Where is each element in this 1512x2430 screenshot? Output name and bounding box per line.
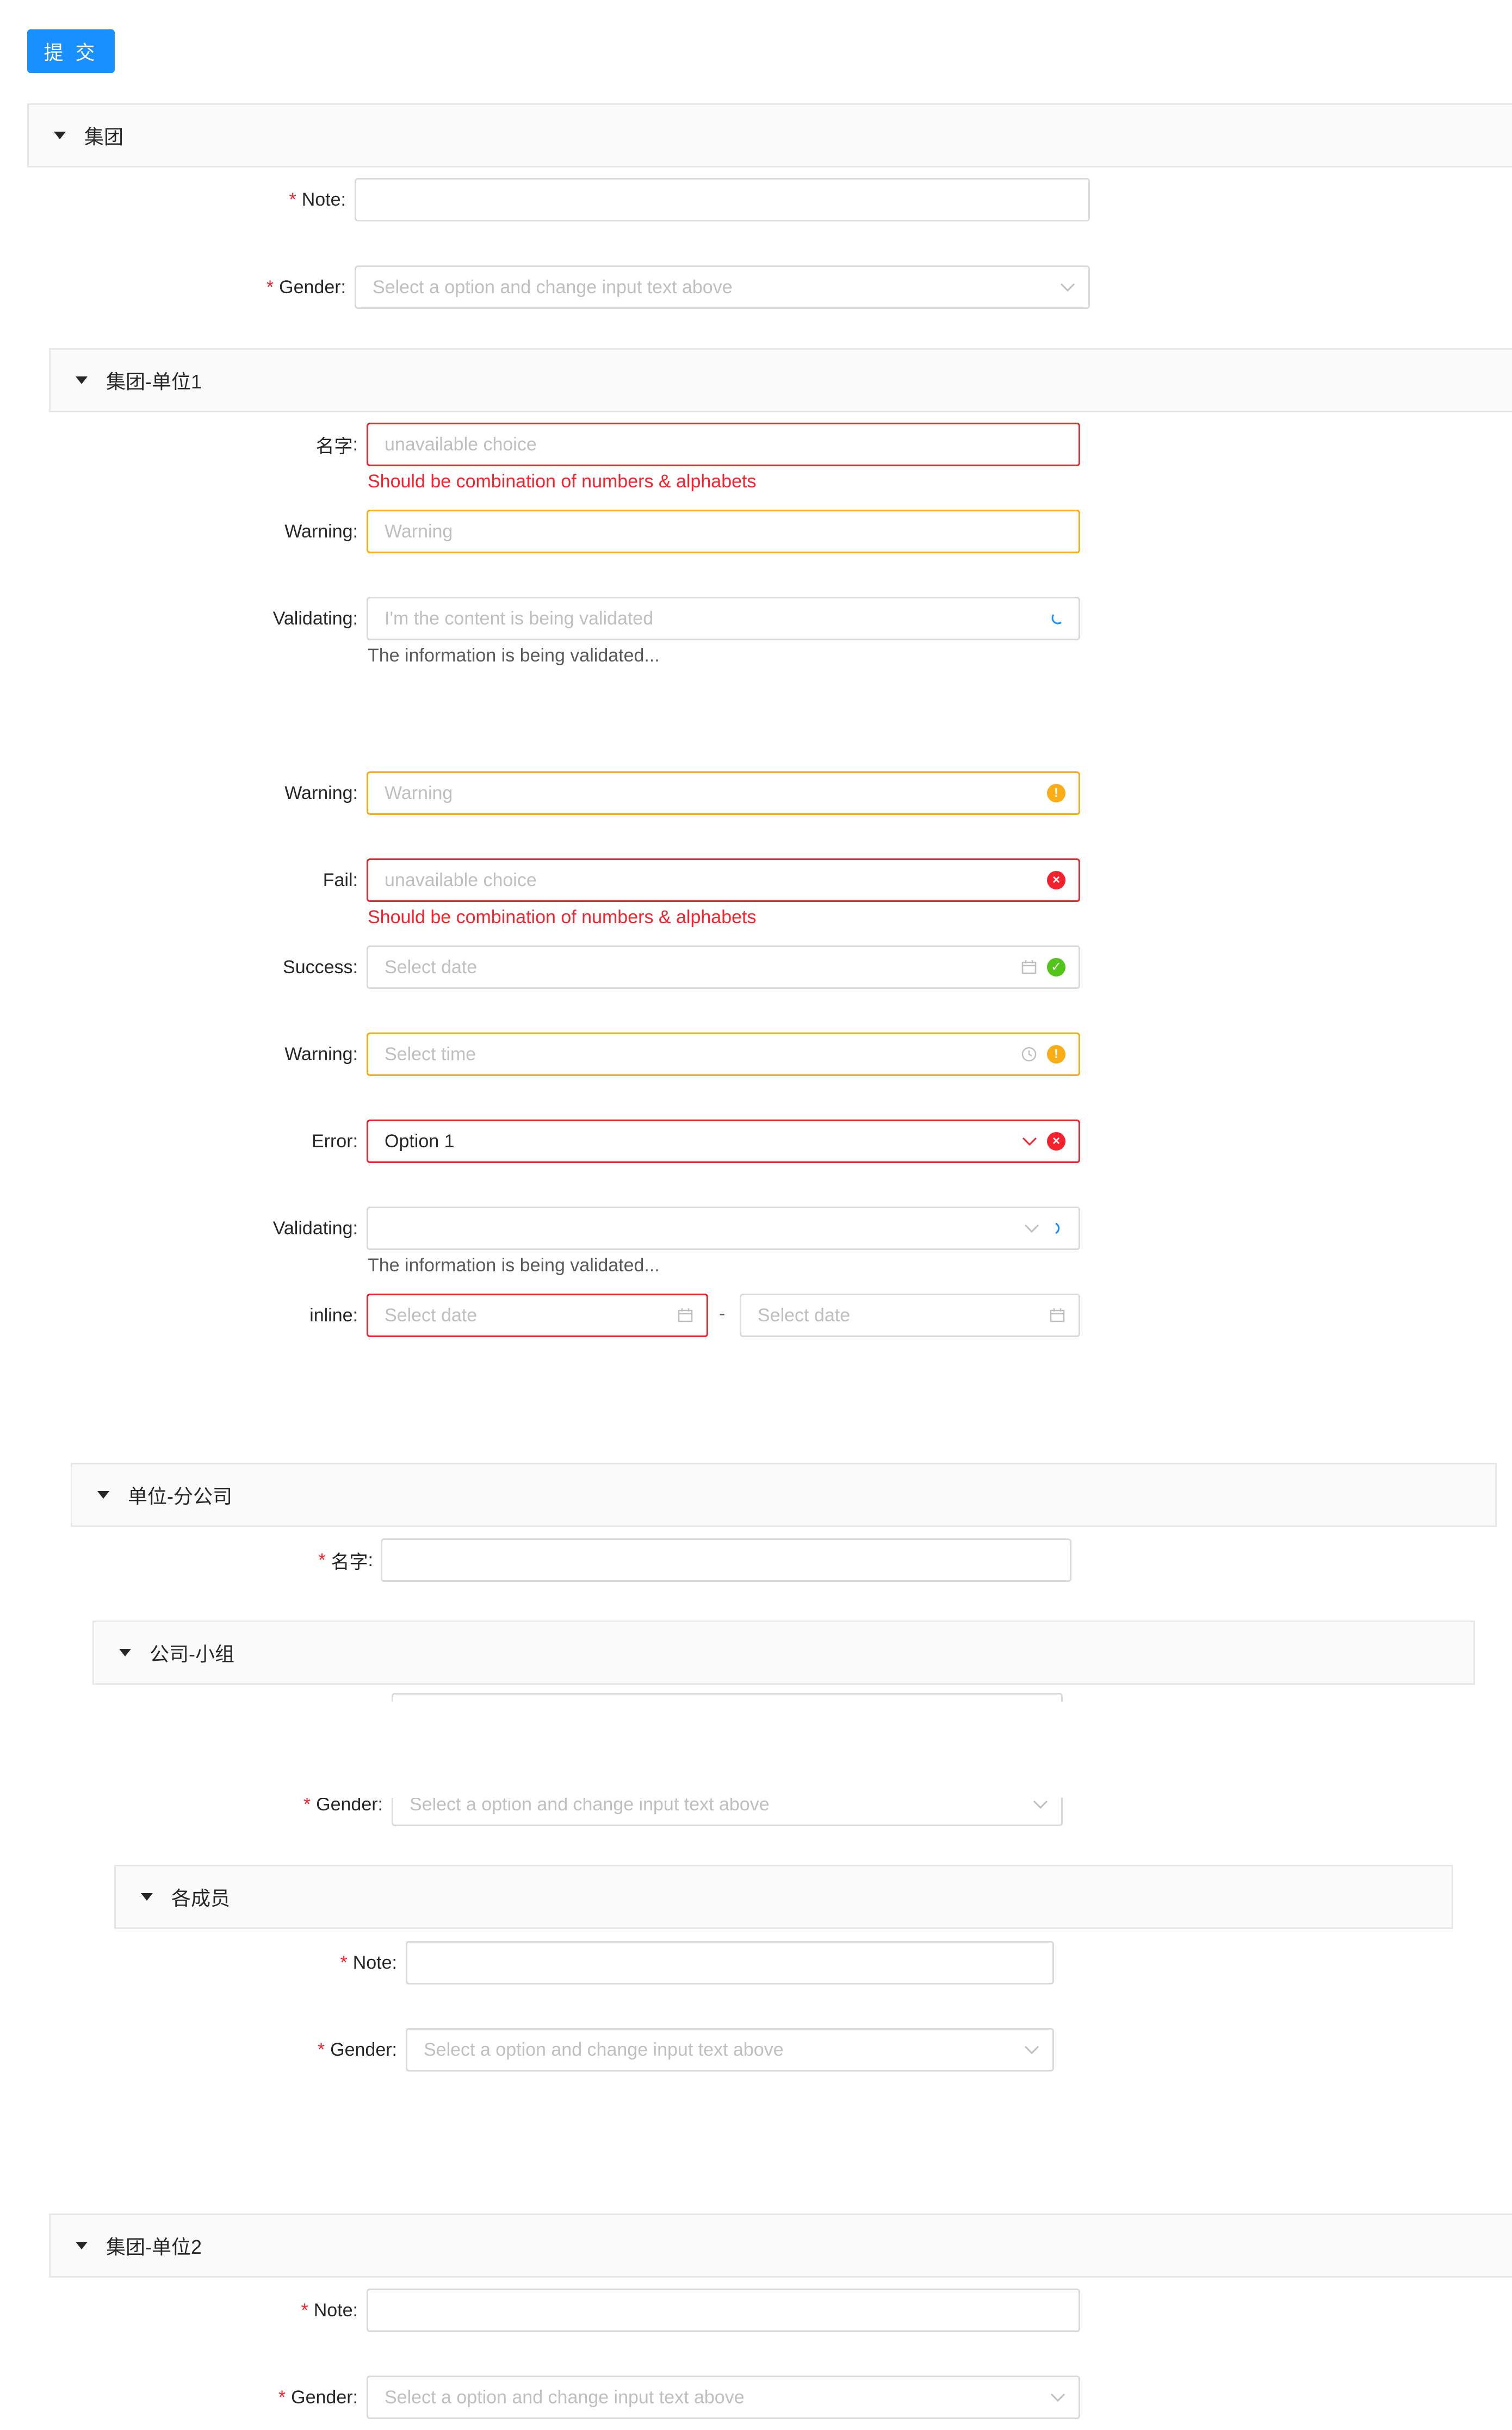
warning-time-picker[interactable]: Select time ! [367, 1032, 1080, 1076]
fail-label: Fail: [323, 869, 358, 891]
calendar-icon [1050, 1308, 1065, 1322]
exclamation-circle-icon: ! [1047, 1045, 1065, 1063]
fail-input[interactable]: unavailable choice × [367, 858, 1080, 902]
validating-message: The information is being validated... [368, 645, 660, 666]
chevron-down-icon [1050, 2393, 1065, 2402]
caret-down-icon [76, 376, 88, 384]
chevron-down-icon [1022, 1137, 1037, 1146]
warning-feedback-input[interactable]: Warning ! [367, 771, 1080, 815]
caret-down-icon [97, 1491, 109, 1499]
name-label: 名字: [315, 434, 358, 457]
loading-icon [1051, 614, 1062, 624]
unit2-gender-select[interactable]: Select a option and change input text ab… [367, 2376, 1080, 2419]
members-note-label: * Note: [340, 1952, 397, 1973]
section-title-unit2: 集团-单位2 [106, 2236, 202, 2258]
warning-feedback-label: Warning: [284, 782, 358, 803]
inline-end-date-picker[interactable]: Select date [740, 1294, 1080, 1337]
section-header-group[interactable]: 集团 [27, 103, 1512, 168]
fail-error-message: Should be combination of numbers & alpha… [368, 907, 757, 928]
team-note-input[interactable] [392, 1693, 1063, 1702]
close-circle-icon: × [1047, 871, 1065, 889]
close-circle-icon: × [1047, 1132, 1065, 1151]
branch-name-label: * 名字: [318, 1549, 373, 1573]
range-separator: - [719, 1303, 726, 1324]
branch-name-input[interactable] [381, 1538, 1071, 1582]
gender-label: * Gender: [266, 276, 346, 298]
unit2-note-label: * Note: [301, 2299, 358, 2321]
chevron-down-icon [1060, 283, 1075, 292]
clock-icon [1021, 1047, 1037, 1062]
warning-input[interactable]: Warning [367, 510, 1080, 553]
team-collapsing-gender: * Gender: Select a option and change inpu… [218, 1798, 1088, 1826]
gender-select[interactable]: Select a option and change input text ab… [355, 265, 1090, 309]
inline-label: inline: [309, 1304, 358, 1326]
members-gender-label: * Gender: [317, 2039, 397, 2060]
section-header-unit2[interactable]: 集团-单位2 [49, 2213, 1512, 2278]
validating-input[interactable]: I'm the content is being validated [367, 597, 1080, 640]
loading-icon [1055, 1222, 1060, 1234]
success-label: Success: [283, 956, 358, 978]
section-title-members: 各成员 [171, 1887, 231, 1909]
success-date-picker[interactable]: Select date ✓ [367, 945, 1080, 989]
unit2-note-input[interactable] [367, 2289, 1080, 2332]
caret-down-icon [54, 132, 66, 139]
section-title-branch: 单位-分公司 [128, 1485, 232, 1507]
inline-start-date-picker[interactable]: Select date [367, 1294, 708, 1337]
check-circle-icon: ✓ [1047, 958, 1065, 976]
section-header-team[interactable]: 公司-小组 [92, 1621, 1475, 1685]
members-note-input[interactable] [406, 1941, 1054, 1984]
error-label: Error: [311, 1130, 358, 1152]
unit2-gender-label: * Gender: [278, 2386, 358, 2408]
members-gender-select[interactable]: Select a option and change input text ab… [406, 2028, 1054, 2072]
validating-select[interactable] [367, 1207, 1080, 1250]
validating-select-label: Validating: [272, 1217, 358, 1239]
caret-down-icon [119, 1649, 131, 1656]
caret-down-icon [76, 2242, 88, 2249]
section-title-unit1: 集团-单位1 [106, 370, 202, 393]
validating-label: Validating: [272, 608, 358, 629]
section-header-members[interactable]: 各成员 [114, 1865, 1453, 1929]
calendar-icon [678, 1308, 693, 1322]
warning-label: Warning: [284, 521, 358, 542]
section-title-team: 公司-小组 [150, 1643, 234, 1665]
name-error-message: Should be combination of numbers & alpha… [368, 471, 757, 492]
team-gender-label: * Gender: [303, 1798, 383, 1815]
section-title-group: 集团 [84, 126, 124, 148]
team-collapsing-note [218, 1693, 1088, 1702]
calendar-icon [1021, 960, 1037, 974]
note-input[interactable] [355, 178, 1090, 221]
submit-button[interactable]: 提 交 [27, 29, 115, 73]
caret-down-icon [141, 1893, 153, 1901]
section-header-unit1[interactable]: 集团-单位1 [49, 348, 1512, 412]
name-input-error[interactable]: unavailable choice [367, 423, 1080, 466]
chevron-down-icon [1024, 1224, 1039, 1233]
team-gender-select[interactable]: Select a option and change input text ab… [392, 1798, 1063, 1826]
chevron-down-icon [1033, 1800, 1048, 1809]
note-label: * Note: [289, 189, 346, 210]
chevron-down-icon [1024, 2045, 1039, 2055]
validating-select-message: The information is being validated... [368, 1255, 660, 1276]
section-header-branch[interactable]: 单位-分公司 [71, 1463, 1497, 1527]
exclamation-circle-icon: ! [1047, 784, 1065, 802]
error-select[interactable]: Option 1 × [367, 1120, 1080, 1163]
warning-time-label: Warning: [284, 1043, 358, 1065]
